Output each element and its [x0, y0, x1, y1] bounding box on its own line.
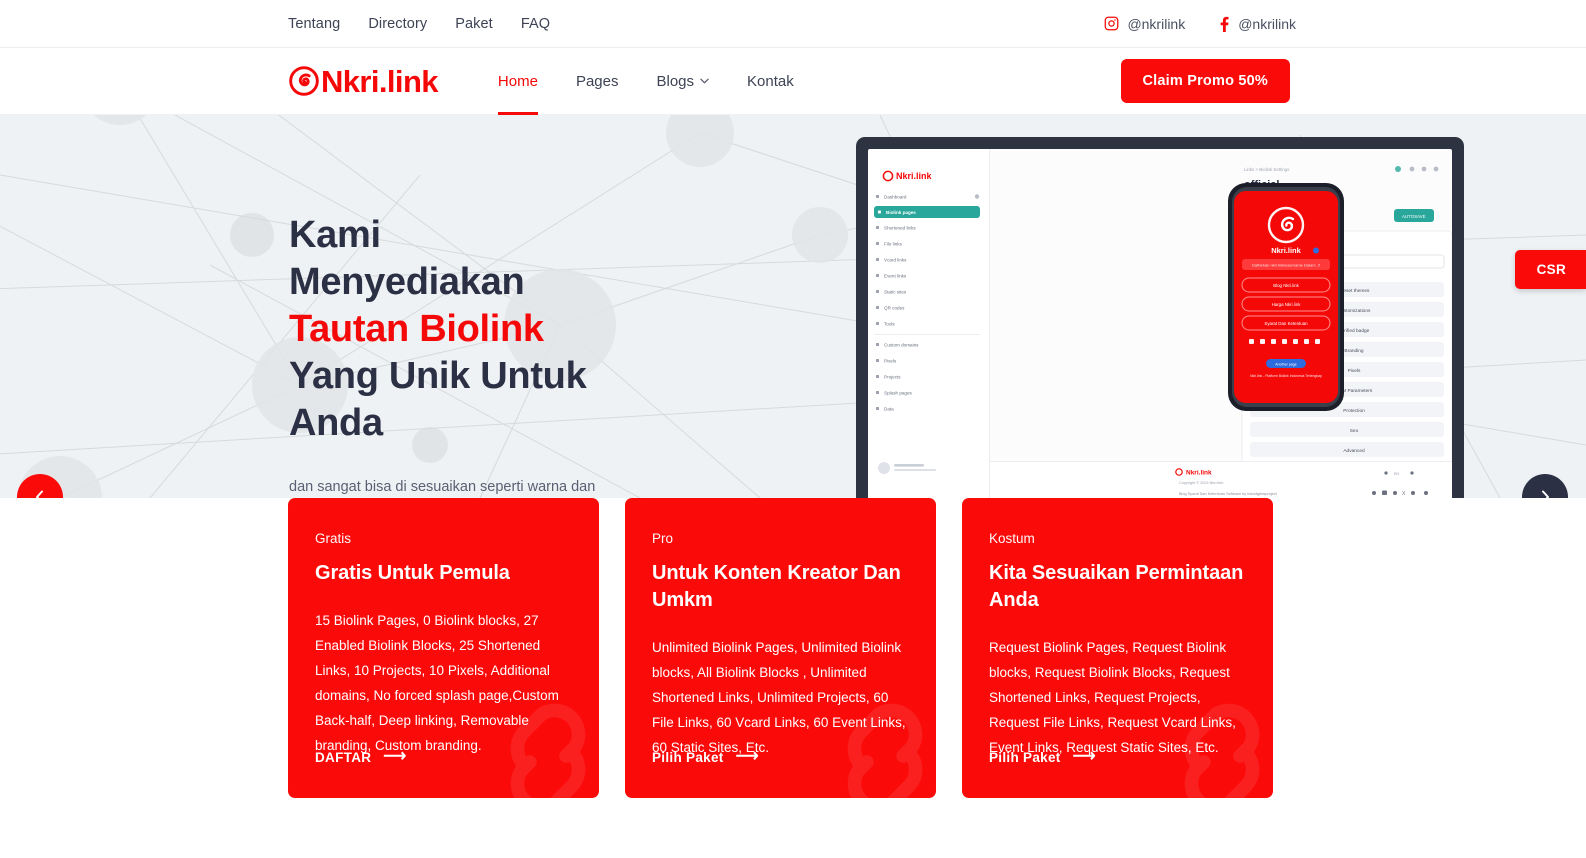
nav-label-kontak: Kontak	[747, 72, 794, 90]
instagram-link[interactable]: @nkrilink	[1104, 16, 1185, 32]
card-cta-label: Pilih Paket	[989, 749, 1061, 765]
chevron-left-icon	[34, 490, 46, 498]
topnav-item-directory[interactable]: Directory	[368, 16, 427, 32]
svg-text:Nkri.link: Nkri.link	[896, 171, 933, 181]
svg-text:EN: EN	[1394, 472, 1399, 476]
nav-label-home: Home	[497, 72, 538, 90]
hero-paragraph: dan sangat bisa di sesuaikan seperti war…	[289, 478, 596, 495]
card-description: Request Biolink Pages, Request Biolink b…	[989, 640, 1236, 755]
hero-heading-highlight: Tautan Biolink	[289, 308, 544, 351]
card-tag: Gratis	[315, 531, 352, 546]
site-logo[interactable]: Nkri.link	[289, 63, 439, 99]
pricing-card-gratis: Gratis Gratis Untuk Pemula 15 Biolink Pa…	[288, 498, 599, 798]
svg-text:Projects: Projects	[884, 374, 901, 379]
social-links: @nkrilink @nkrilink	[1104, 16, 1296, 32]
arrow-right-icon: ⟶	[1072, 748, 1096, 765]
nav-label-pages: Pages	[575, 72, 619, 90]
svg-text:Pixels: Pixels	[884, 358, 897, 363]
main-header: Nkri.link Home Pages Blogs Kontak Claim …	[0, 48, 1586, 115]
svg-text:Event links: Event links	[884, 273, 907, 278]
pricing-card-kostum: Kostum Kita Sesuaikan Permintaan Anda Re…	[962, 498, 1273, 798]
card-cta-pilih-paket[interactable]: Pilih Paket ⟶	[652, 749, 759, 765]
svg-text:Advanced: Advanced	[1343, 448, 1365, 454]
svg-text:Vcard links: Vcard links	[884, 257, 907, 262]
utility-topbar: Tentang Directory Paket FAQ @nkrilink @n…	[0, 0, 1586, 48]
nav-label-blogs: Blogs	[656, 72, 695, 90]
topnav-item-tentang[interactable]: Tentang	[288, 16, 340, 32]
svg-text:Protection: Protection	[1343, 408, 1365, 414]
chevron-right-icon	[1539, 490, 1551, 498]
svg-text:Custom domains: Custom domains	[884, 342, 919, 347]
svg-text:Daftarkan nkri.link/username D: Daftarkan nkri.link/username Dalam..!!	[1252, 263, 1320, 268]
svg-text:Static sites: Static sites	[884, 289, 907, 294]
hero-heading: Kami Menyediakan Tautan Biolink Yang Uni…	[289, 212, 600, 448]
hero-heading-part2: Yang Unik Untuk Anda	[289, 355, 587, 445]
card-title: Gratis Untuk Pemula	[315, 562, 510, 584]
nkri-spiral-logo-icon	[289, 66, 319, 96]
svg-text:AUTOSAVE: AUTOSAVE	[1402, 214, 1426, 219]
utility-nav: Tentang Directory Paket FAQ	[288, 16, 550, 32]
svg-text:Data: Data	[884, 406, 894, 411]
nav-item-home[interactable]: Home	[497, 48, 538, 115]
svg-text:QR codes: QR codes	[884, 305, 905, 310]
product-mockup: Nkri.link Dashboard Biolink pages Shorte…	[846, 133, 1506, 498]
svg-text:Links > Biolink Settings: Links > Biolink Settings	[1244, 167, 1290, 172]
svg-text:Copyright © 2024 Nkri.link.: Copyright © 2024 Nkri.link.	[1179, 481, 1224, 485]
topnav-item-paket[interactable]: Paket	[455, 16, 493, 32]
card-title: Untuk Konten Kreator Dan Umkm	[652, 562, 901, 611]
hero-section: Kami Menyediakan Tautan Biolink Yang Uni…	[0, 115, 1586, 498]
svg-text:Shortened links: Shortened links	[884, 225, 916, 230]
instagram-icon	[1104, 16, 1119, 31]
svg-text:Tools: Tools	[884, 321, 895, 326]
svg-text:Splash pages: Splash pages	[884, 390, 913, 395]
card-description: 15 Biolink Pages, 0 Biolink blocks, 27 E…	[315, 613, 559, 753]
svg-text:Syarat Dan Ketentuan: Syarat Dan Ketentuan	[1264, 321, 1308, 326]
instagram-handle: @nkrilink	[1127, 15, 1186, 32]
card-cta-label: DAFTAR	[315, 749, 372, 765]
laptop-phone-mockup-image: Nkri.link Dashboard Biolink pages Shorte…	[856, 137, 1464, 498]
svg-text:Branding: Branding	[1344, 348, 1364, 354]
pricing-card-pro: Pro Untuk Konten Kreator Dan Umkm Unlimi…	[625, 498, 936, 798]
card-description: Unlimited Biolink Pages, Unlimited Bioli…	[652, 640, 906, 755]
csr-side-tab[interactable]: CSR	[1514, 250, 1586, 289]
svg-text:Nkri.link: Nkri.link	[1271, 246, 1301, 255]
svg-text:Seo: Seo	[1350, 428, 1359, 434]
hero-content: Kami Menyediakan Tautan Biolink Yang Uni…	[0, 115, 600, 498]
card-cta-label: Pilih Paket	[652, 749, 724, 765]
card-cta-pilih-paket[interactable]: Pilih Paket ⟶	[989, 749, 1096, 765]
nav-item-kontak[interactable]: Kontak	[747, 48, 794, 115]
svg-text:Harga Nkri.link: Harga Nkri.link	[1272, 302, 1302, 307]
card-tag: Pro	[652, 531, 674, 546]
svg-text:Blog Nkri.link: Blog Nkri.link	[1273, 283, 1299, 288]
nav-item-pages[interactable]: Pages	[576, 48, 619, 115]
card-title: Kita Sesuaikan Permintaan Anda	[989, 562, 1244, 611]
facebook-icon	[1219, 16, 1230, 32]
chevron-down-icon	[700, 78, 709, 84]
nav-item-blogs[interactable]: Blogs	[656, 48, 709, 115]
pricing-cards: Gratis Gratis Untuk Pemula 15 Biolink Pa…	[288, 498, 1273, 798]
svg-text:Blog Syarat Dan Ketentuan: Blog Syarat Dan Ketentuan Software by in…	[1179, 492, 1278, 496]
logo-text: Nkri.link	[321, 63, 439, 99]
card-cta-daftar[interactable]: DAFTAR ⟶	[315, 749, 407, 765]
svg-text:Nkri.link: Nkri.link	[1186, 470, 1212, 477]
arrow-right-icon: ⟶	[383, 748, 407, 765]
topnav-item-faq[interactable]: FAQ	[521, 16, 550, 32]
card-tag: Kostum	[989, 531, 1035, 546]
hero-heading-part1: Kami Menyediakan	[289, 214, 525, 304]
svg-text:Biolink pages: Biolink pages	[886, 210, 916, 215]
facebook-link[interactable]: @nkrilink	[1219, 16, 1296, 32]
primary-nav: Home Pages Blogs Kontak	[497, 48, 794, 115]
svg-text:Dashboard: Dashboard	[884, 194, 907, 199]
facebook-handle: @nkrilink	[1238, 15, 1296, 32]
landing-page: Tentang Directory Paket FAQ @nkrilink @n…	[0, 0, 1586, 858]
arrow-right-icon: ⟶	[735, 748, 759, 765]
svg-text:File links: File links	[884, 241, 903, 246]
svg-text:Nkri.link - Platform Biolink I: Nkri.link - Platform Biolink Indonesia T…	[1250, 374, 1322, 378]
claim-promo-button[interactable]: Claim Promo 50%	[1120, 59, 1290, 103]
svg-text:Another page: Another page	[1275, 363, 1297, 367]
svg-text:Pixels: Pixels	[1348, 368, 1361, 374]
